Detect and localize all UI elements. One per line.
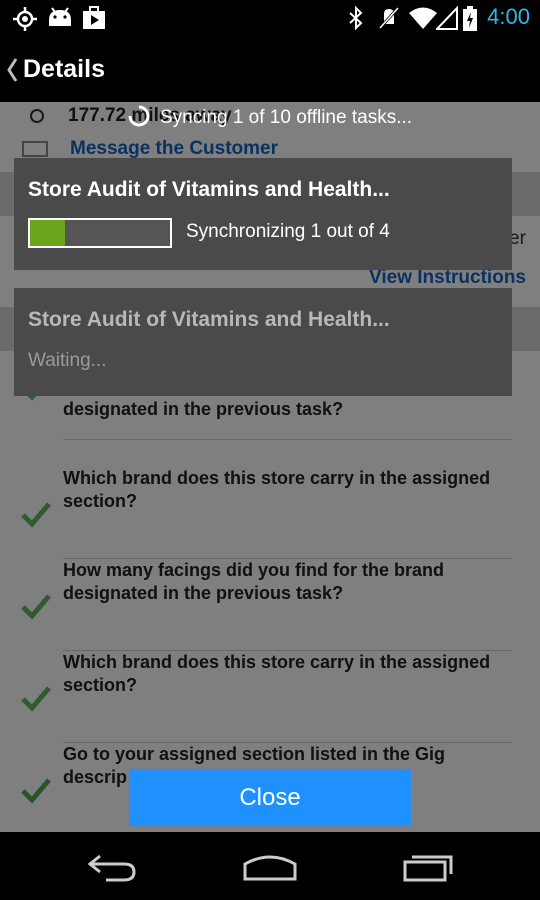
page-title[interactable]: Details (23, 55, 105, 84)
sync-header-text: Syncing 1 of 10 offline tasks... (159, 107, 413, 128)
battery-icon (463, 6, 477, 31)
media-icon (83, 6, 105, 29)
sync-spinner-icon (128, 105, 150, 127)
android-icon (49, 7, 71, 26)
dialog-title: Store Audit of Vitamins and Health... (28, 308, 390, 331)
progress-fill (30, 220, 65, 246)
bluetooth-icon (349, 6, 363, 30)
progress-bar (28, 218, 172, 248)
navigation-bar (0, 832, 540, 900)
status-bar: 4:00 (0, 0, 540, 36)
waiting-status: Waiting... (28, 350, 107, 371)
sync-header: Syncing 1 of 10 offline tasks... (0, 105, 540, 129)
gps-icon (13, 7, 37, 31)
close-button[interactable]: Close (129, 769, 411, 826)
wifi-icon (409, 7, 437, 29)
progress-status: Synchronizing 1 out of 4 (186, 221, 390, 242)
signal-icon (436, 6, 458, 30)
recent-apps-icon[interactable] (402, 852, 454, 882)
back-chevron-icon[interactable] (4, 55, 20, 85)
sync-dialog-waiting: Store Audit of Vitamins and Health... Wa… (14, 288, 512, 396)
mute-icon (378, 6, 400, 30)
action-bar: Details (0, 36, 540, 102)
home-icon[interactable] (242, 852, 298, 882)
dialog-title: Store Audit of Vitamins and Health... (28, 178, 390, 201)
sync-dialog-active: Store Audit of Vitamins and Health... Sy… (14, 158, 512, 270)
status-time: 4:00 (487, 4, 530, 29)
back-icon[interactable] (86, 852, 138, 882)
